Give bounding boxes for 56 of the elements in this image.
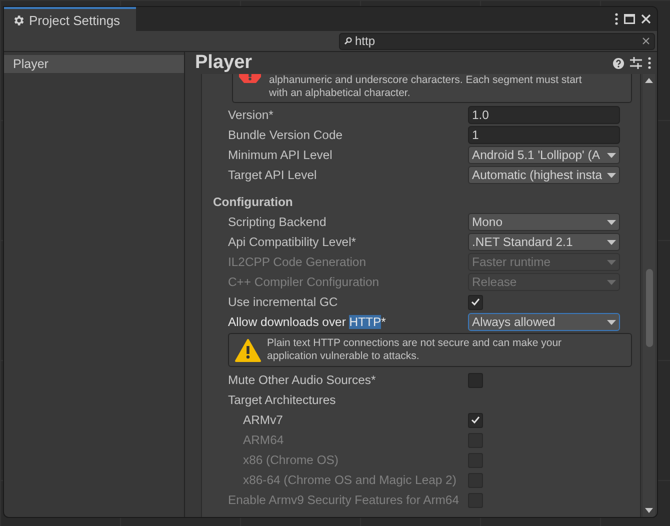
scroll-up-icon[interactable] [645,78,653,83]
checkbox[interactable] [468,412,483,428]
setting-label: Use incremental GC [228,295,339,309]
maximize-icon[interactable] [624,14,635,24]
dropdown[interactable]: .NET Standard 2.1 [468,233,620,251]
setting-label: Allow downloads over HTTP* [228,315,387,329]
warning-icon [235,338,261,362]
setting-label: Bundle Version Code [228,128,344,142]
help-icon[interactable] [613,58,624,68]
checkmark-icon [471,416,480,424]
clear-icon[interactable] [642,37,650,45]
setting-label: ARM64 [243,433,285,447]
checkbox[interactable] [468,294,483,310]
caret-icon [607,260,616,264]
setting-label: Api Compatibility Level* [228,235,358,249]
section-heading: Configuration [212,194,294,211]
setting-label: x86-64 (Chrome OS and Magic Leap 2) [243,473,458,487]
setting-label: Minimum API Level [228,148,334,162]
warning-message: Plain text HTTP connections are not secure and can make your application vulnerable to attacks. [267,337,562,363]
setting-label: Enable Armv9 Security Features for Arm64 [228,493,460,507]
search-field[interactable]: http [339,32,655,50]
setting-label: Version* [228,108,274,122]
search-icon [344,37,352,45]
more-icon[interactable] [648,57,651,69]
window-tab[interactable]: Project Settings [4,7,136,31]
caret-icon [607,172,616,178]
text-field[interactable]: 1.0 [468,106,620,124]
settings-icon [12,14,25,26]
caret-icon [607,240,616,244]
error-message: alphanumeric and underscore characters. Each segment must start with an alphabetical character. [269,74,582,100]
scroll-down-icon[interactable] [645,508,653,513]
setting-label: ARMv7 [243,413,284,427]
caret-icon [607,220,616,224]
setting-label: x86 (Chrome OS) [243,453,340,467]
more-icon[interactable] [615,13,618,25]
group-label: Target Architectures [228,393,337,407]
checkbox[interactable] [468,372,483,388]
close-icon[interactable] [641,14,651,24]
dropdown[interactable]: Automatic (highest insta [468,166,620,184]
sliders-icon[interactable] [630,57,642,69]
setting-label: C++ Compiler Configuration [228,275,380,289]
dropdown[interactable]: Android 5.1 'Lollipop' (A [468,146,620,164]
scrollbar-thumb[interactable] [646,269,652,347]
dropdown[interactable]: Mono [468,213,620,231]
dropdown[interactable]: Always allowed [468,313,620,331]
setting-label: Scripting Backend [228,215,328,229]
setting-label: Target API Level [228,168,318,182]
caret-icon [607,320,616,324]
setting-label: Mute Other Audio Sources* [228,373,377,387]
text-field[interactable]: 1 [468,126,620,144]
setting-label: IL2CPP Code Generation [228,255,367,269]
caret-icon [607,280,616,284]
checkmark-icon [471,298,480,306]
caret-icon [607,152,616,158]
page-title: Player [195,52,252,74]
sidebar-item[interactable]: Player [4,55,184,73]
